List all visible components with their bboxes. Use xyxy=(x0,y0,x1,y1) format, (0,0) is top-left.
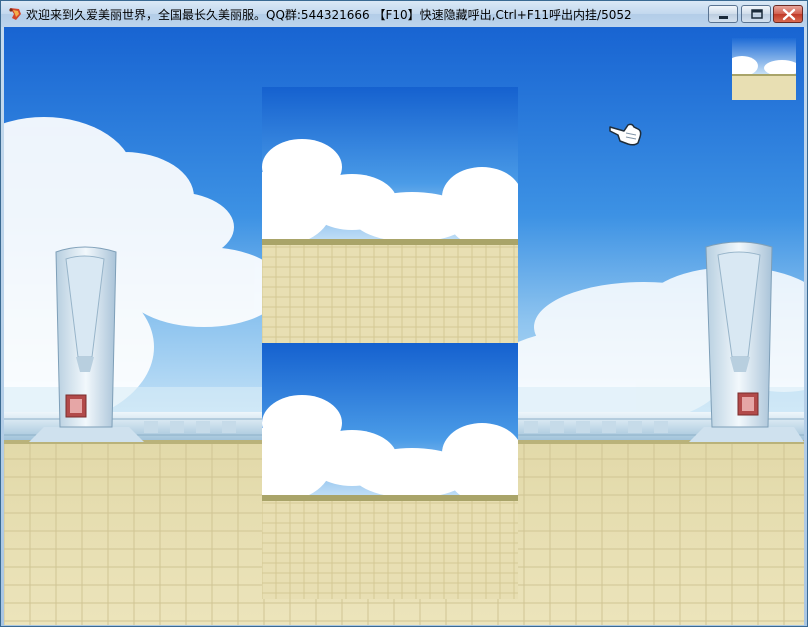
close-icon xyxy=(782,8,796,21)
game-viewport[interactable] xyxy=(4,27,804,625)
minimap-thumbnail[interactable] xyxy=(732,38,796,100)
loading-panel-bottom xyxy=(262,343,518,599)
game-logo-icon[interactable] xyxy=(7,6,23,22)
pointing-hand-cursor-icon xyxy=(608,119,644,151)
minimize-button[interactable] xyxy=(708,5,738,23)
minimize-icon xyxy=(719,16,728,19)
loading-panel-top xyxy=(262,87,518,343)
title-bar[interactable]: 欢迎来到久爱美丽世界，全国最长久美丽服。QQ群:544321666 【F10】快… xyxy=(1,1,807,27)
game-window: 欢迎来到久爱美丽世界，全国最长久美丽服。QQ群:544321666 【F10】快… xyxy=(0,0,808,627)
close-button[interactable] xyxy=(773,5,803,23)
window-title: 欢迎来到久爱美丽世界，全国最长久美丽服。QQ群:544321666 【F10】快… xyxy=(26,8,632,22)
maximize-button[interactable] xyxy=(741,5,771,23)
maximize-icon xyxy=(751,9,763,19)
